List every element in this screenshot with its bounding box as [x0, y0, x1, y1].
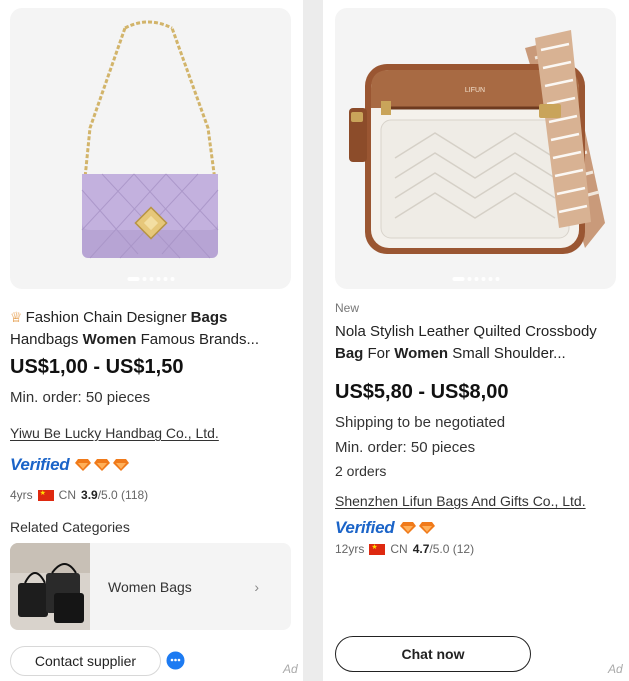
diamond-icon [419, 522, 436, 534]
carousel-dot[interactable] [488, 277, 492, 281]
ad-label: Ad [608, 662, 623, 676]
carousel-dot[interactable] [467, 277, 471, 281]
product-card-left[interactable]: ♕ Fashion Chain Designer Bags Handbags Wo… [0, 0, 303, 681]
diamond-icon [75, 459, 92, 471]
rating-value: 4.7 [412, 542, 430, 556]
supplier-years: 12yrs [335, 542, 365, 556]
supplier-rating: 3.9/5.0 (118) [81, 488, 148, 502]
title-part: Fashion Chain Designer [25, 309, 191, 326]
bag-brand-text: LIFUN [465, 87, 485, 94]
chevron-right-icon: › [254, 579, 259, 595]
title-part-bold: Bags [190, 309, 228, 326]
chat-bubble-icon[interactable] [166, 651, 185, 670]
title-part-bold: Women [82, 331, 137, 348]
title-part: For [363, 345, 395, 362]
verified-badge[interactable]: Verified [10, 455, 130, 475]
related-category-label: Women Bags [108, 579, 192, 595]
china-flag-icon [37, 489, 54, 501]
diamond-icon [400, 522, 417, 534]
carousel-dot[interactable] [142, 277, 146, 281]
supplier-meta: 12yrs CN 4.7/5.0 (12) [335, 542, 474, 556]
carousel-dot[interactable] [495, 277, 499, 281]
supplier-years: 4yrs [10, 488, 33, 502]
supplier-diamonds [400, 521, 436, 535]
carousel-dot[interactable] [481, 277, 485, 281]
carousel-dot[interactable] [474, 277, 478, 281]
min-order: Min. order: 50 pieces [10, 389, 151, 406]
title-line-1: Nola Stylish Leather Quilted Crossbody [335, 323, 597, 340]
title-part: Famous Brands... [136, 331, 260, 348]
product-image-lilac-bag[interactable] [10, 8, 291, 289]
carousel-dots[interactable] [452, 277, 499, 281]
supplier-rating: 4.7/5.0 (12) [413, 542, 474, 556]
title-part-bold: Bag [335, 345, 364, 362]
rating-suffix: /5.0 (118) [97, 488, 149, 502]
supplier-country: CN [58, 488, 77, 502]
verified-badge[interactable]: Verified [335, 518, 436, 538]
crown-icon: ♕ [10, 309, 23, 325]
supplier-link[interactable]: Shenzhen Lifun Bags And Gifts Co., Ltd. [335, 493, 586, 509]
white-crossbody-bag-image: LIFUN [349, 30, 605, 254]
verified-label: Verified [10, 455, 70, 474]
related-category-women-bags[interactable]: Women Bags › [10, 543, 291, 630]
product-image-white-crossbody[interactable]: LIFUN [335, 8, 616, 289]
verified-label: Verified [335, 518, 395, 537]
shipping-info: Shipping to be negotiated [335, 414, 506, 431]
title-part: Handbags [10, 331, 83, 348]
china-flag-icon [369, 543, 386, 555]
contact-supplier-button[interactable]: Contact supplier [10, 646, 161, 676]
price-range: US$5,80 - US$8,00 [335, 381, 509, 403]
orders-count: 2 orders [335, 463, 387, 479]
related-categories-title: Related Categories [10, 519, 130, 535]
product-title[interactable]: Nola Stylish Leather Quilted Crossbody Ba… [335, 321, 625, 365]
carousel-dot-active[interactable] [452, 277, 464, 281]
rating-suffix: /5.0 (12) [429, 542, 475, 556]
carousel-dots[interactable] [127, 277, 174, 281]
product-title[interactable]: ♕ Fashion Chain Designer Bags Handbags Wo… [10, 306, 295, 351]
price-range: US$1,00 - US$1,50 [10, 356, 184, 378]
ad-label: Ad [283, 662, 298, 676]
title-part-bold: Women [394, 345, 449, 362]
chat-now-button[interactable]: Chat now [335, 636, 531, 672]
supplier-link[interactable]: Yiwu Be Lucky Handbag Co., Ltd. [10, 425, 219, 441]
supplier-country: CN [390, 542, 408, 556]
carousel-dot-active[interactable] [127, 277, 139, 281]
carousel-dot[interactable] [156, 277, 160, 281]
diamond-icon [113, 459, 130, 471]
supplier-meta: 4yrs CN 3.9/5.0 (118) [10, 488, 148, 502]
rating-value: 3.9 [81, 488, 98, 502]
lilac-quilted-bag-image [81, 20, 219, 259]
carousel-dot[interactable] [170, 277, 174, 281]
new-badge: New [335, 301, 360, 315]
title-part: Small Shoulder... [448, 345, 566, 362]
related-category-thumbnail [10, 543, 90, 630]
carousel-dot[interactable] [149, 277, 153, 281]
carousel-dot[interactable] [163, 277, 167, 281]
min-order: Min. order: 50 pieces [335, 439, 476, 456]
supplier-diamonds [75, 458, 130, 472]
diamond-icon [94, 459, 111, 471]
